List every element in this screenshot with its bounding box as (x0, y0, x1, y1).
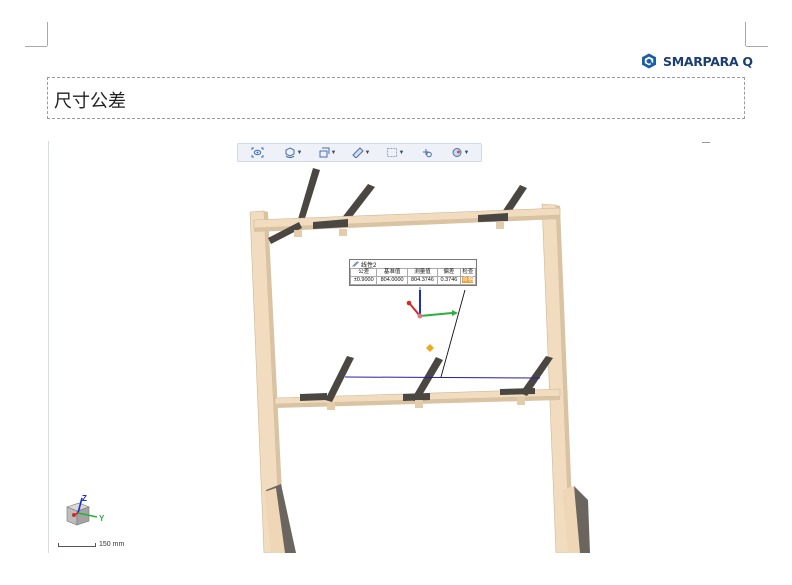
scale-bar: 150 mm (58, 541, 124, 548)
lower-block-1 (327, 402, 335, 410)
section-title-box: 尺寸公差 (47, 77, 745, 119)
chevron-down-icon: ▼ (364, 149, 371, 156)
lower-flat-beam-1 (300, 393, 327, 401)
header-nominal: 基准值 (376, 268, 408, 277)
view-orientation-button[interactable]: ▼ (276, 144, 310, 161)
gizmo-origin (417, 313, 423, 319)
header-check: 检查 (459, 268, 477, 277)
3d-viewport[interactable] (48, 141, 748, 553)
viewport-left-edge (48, 141, 49, 553)
chevron-down-icon: ▼ (463, 149, 470, 156)
value-measured: 804.3746 (406, 276, 439, 285)
gizmo-axis-y (419, 312, 453, 317)
crop-mark-top-right-h (746, 46, 768, 47)
crop-mark-top-left-h (25, 46, 47, 47)
value-check: 合格 (459, 276, 477, 285)
measurement-table: 公差 基准值 测量值 偏差 检查 ±0.9000 804.0000 804.37… (349, 268, 477, 285)
brand-logo-text: SMARPARA Q (663, 53, 753, 69)
triad-label-z: Z (82, 494, 87, 503)
measurement-tag[interactable]: 线性2 公差 基准值 测量值 偏差 检查 ±0.9000 804.0000 80… (349, 259, 477, 286)
brand-logo: SMARPARA Q (641, 53, 753, 69)
status-badge: 合格 (462, 277, 474, 283)
render-style-icon (452, 148, 462, 157)
lower-flat-beam-2 (403, 393, 430, 401)
render-style-button[interactable]: ▼ (442, 144, 478, 161)
value-nominal: 804.0000 (376, 276, 408, 285)
chevron-down-icon: ▼ (398, 149, 405, 156)
selection-box-button[interactable]: ▼ (378, 144, 412, 161)
triad-label-y: Y (99, 514, 105, 523)
scale-bar-line (58, 542, 96, 547)
section-box-icon (319, 147, 330, 158)
measurement-table-value-row: ±0.9000 804.0000 804.3746 0.3746 合格 (349, 276, 477, 285)
value-tolerance: ±0.9000 (349, 276, 378, 285)
header-deviation: 偏差 (437, 268, 461, 277)
top-block-2 (339, 229, 347, 236)
section-box-button[interactable]: ▼ (310, 144, 344, 161)
measurement-table-header-row: 公差 基准值 测量值 偏差 检查 (349, 268, 477, 277)
value-deviation: 0.3746 (437, 276, 461, 285)
brand-logo-icon (642, 53, 656, 69)
measure-ruler-icon (351, 147, 364, 158)
viewer-toolbar: ▼ ▼ ▼ ▼ ▼ (237, 143, 482, 162)
section-title: 尺寸公差 (54, 91, 126, 112)
pick-point-icon (423, 149, 432, 158)
pick-point-button[interactable] (412, 144, 442, 161)
lower-block-2 (415, 400, 423, 408)
lower-block-3 (517, 397, 525, 405)
lower-beam-1 (325, 356, 354, 402)
selection-box-icon (386, 148, 397, 157)
chevron-down-icon: ▼ (330, 149, 337, 156)
measurement-tag-header: 线性2 (350, 260, 476, 269)
view-fit-button[interactable] (238, 144, 276, 161)
crop-mark-top-right-v (745, 22, 746, 46)
crop-mark-top-left-v (47, 22, 48, 46)
view-fit-icon (251, 147, 263, 158)
gizmo-axis-x-tip (406, 300, 412, 306)
scale-bar-label: 150 mm (99, 541, 125, 548)
measurement-name: 线性2 (361, 262, 377, 269)
view-orientation-icon (285, 147, 295, 158)
top-block-1 (294, 230, 302, 237)
top-block-3 (496, 222, 504, 229)
measurement-dimension-line (344, 376, 541, 379)
center-marker (426, 344, 434, 352)
measure-button[interactable]: ▼ (344, 144, 378, 161)
chevron-down-icon: ▼ (296, 149, 303, 156)
measurement-leader-line (440, 289, 466, 378)
header-measured: 测量值 (406, 268, 439, 277)
linear-dimension-icon (352, 261, 359, 267)
viewport-corner-mark (702, 142, 710, 143)
triad-origin (72, 513, 76, 517)
header-tolerance: 公差 (349, 268, 378, 277)
lower-flat-beam-3 (500, 388, 535, 395)
3d-scene (249, 168, 590, 553)
axis-triad[interactable]: Z Y (60, 493, 110, 535)
gizmo-axis-y-arrow (452, 310, 458, 316)
